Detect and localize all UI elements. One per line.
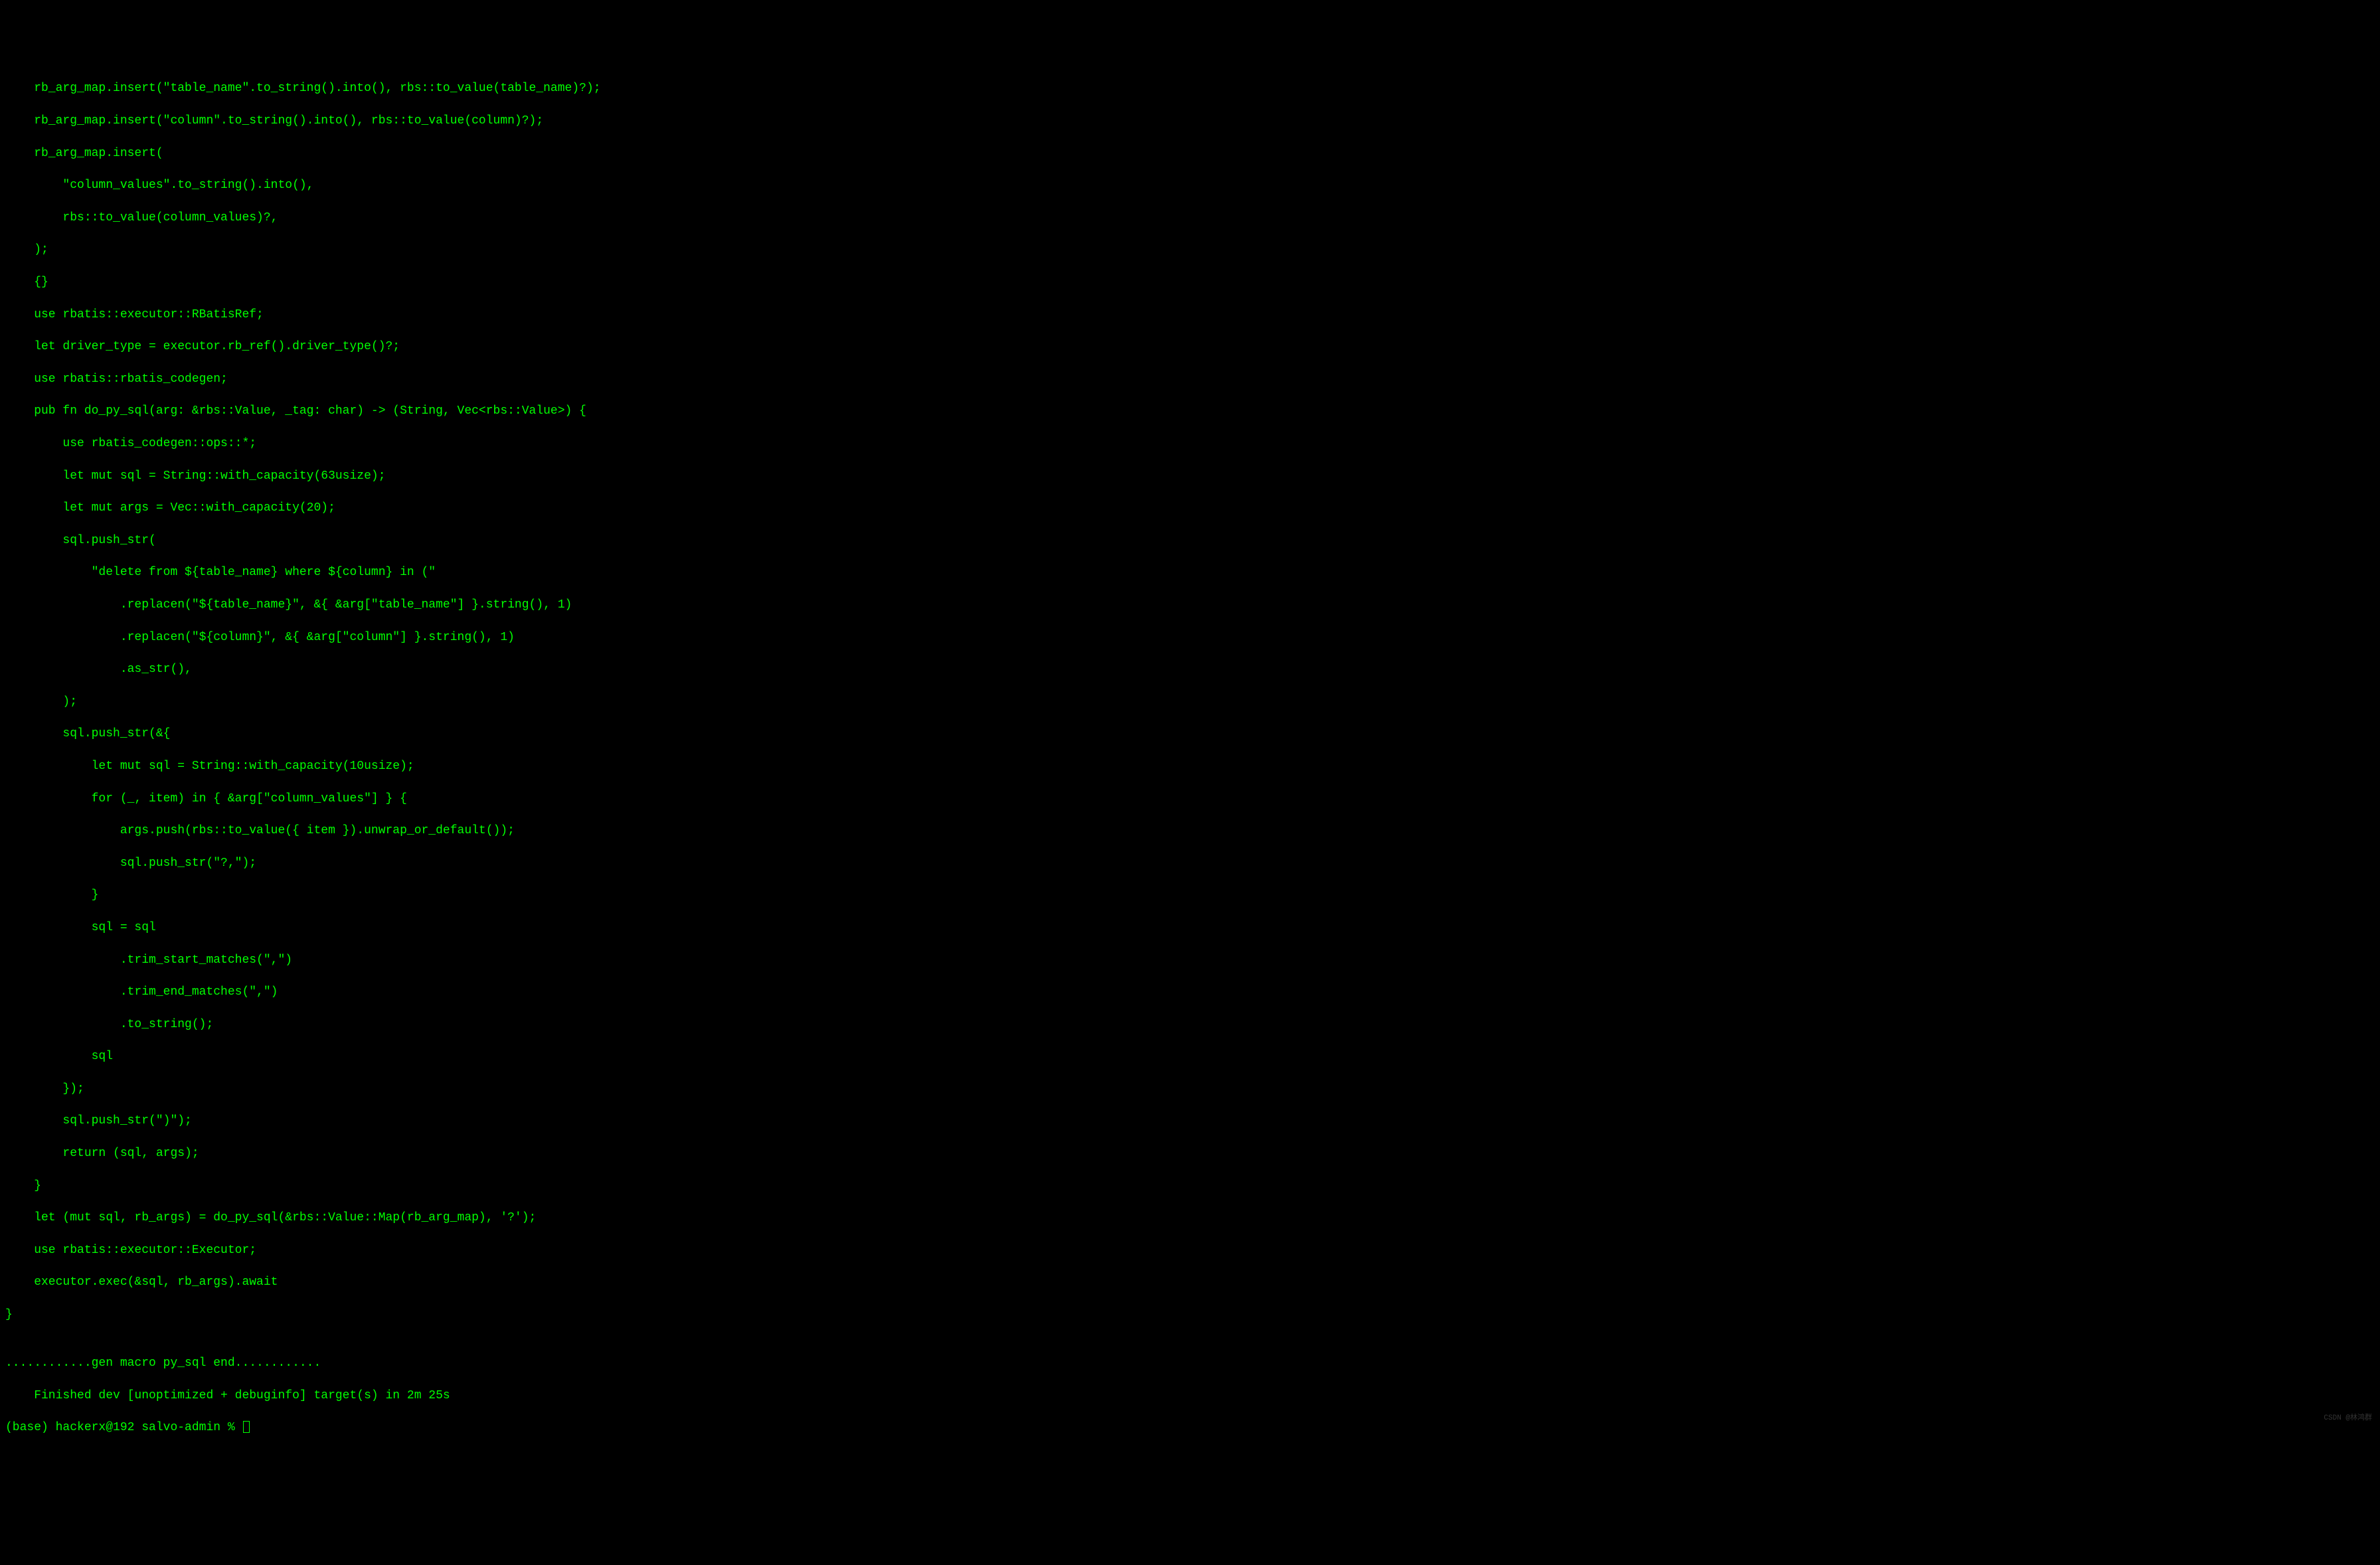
build-status-line: Finished dev [unoptimized + debuginfo] t… xyxy=(5,1388,2375,1404)
output-line: ............gen macro py_sql end........… xyxy=(5,1355,2375,1371)
code-line: let mut sql = String::with_capacity(63us… xyxy=(5,468,2375,484)
code-line: let mut sql = String::with_capacity(10us… xyxy=(5,758,2375,774)
code-line: .trim_end_matches(",") xyxy=(5,984,2375,1000)
code-line: sql xyxy=(5,1048,2375,1064)
code-line: for (_, item) in { &arg["column_values"]… xyxy=(5,791,2375,807)
code-line: }); xyxy=(5,1081,2375,1097)
terminal-output[interactable]: rb_arg_map.insert("table_name".to_string… xyxy=(0,64,2380,1452)
code-line: rb_arg_map.insert("column".to_string().i… xyxy=(5,113,2375,129)
code-line: .as_str(), xyxy=(5,661,2375,677)
code-line: rb_arg_map.insert( xyxy=(5,145,2375,161)
code-line: } xyxy=(5,1178,2375,1194)
code-line: sql.push_str(&{ xyxy=(5,726,2375,742)
code-line: rbs::to_value(column_values)?, xyxy=(5,210,2375,226)
code-line: sql.push_str( xyxy=(5,533,2375,548)
code-line: .to_string(); xyxy=(5,1017,2375,1032)
code-line: .replacen("${column}", &{ &arg["column"]… xyxy=(5,629,2375,645)
code-line: ); xyxy=(5,242,2375,258)
code-line: use rbatis_codegen::ops::*; xyxy=(5,436,2375,452)
code-line: {} xyxy=(5,274,2375,290)
code-line: use rbatis::executor::Executor; xyxy=(5,1242,2375,1258)
cursor-icon xyxy=(243,1421,250,1433)
code-line: executor.exec(&sql, rb_args).await xyxy=(5,1274,2375,1290)
shell-prompt: (base) hackerx@192 salvo-admin % xyxy=(5,1421,242,1434)
code-line: sql.push_str(")"); xyxy=(5,1113,2375,1129)
code-line: let mut args = Vec::with_capacity(20); xyxy=(5,500,2375,516)
code-line: } xyxy=(5,1307,2375,1323)
code-line: } xyxy=(5,887,2375,903)
code-line: .trim_start_matches(",") xyxy=(5,952,2375,968)
code-line: ); xyxy=(5,694,2375,710)
code-line: let driver_type = executor.rb_ref().driv… xyxy=(5,339,2375,355)
code-line: use rbatis::rbatis_codegen; xyxy=(5,371,2375,387)
code-line: use rbatis::executor::RBatisRef; xyxy=(5,307,2375,323)
code-line: let (mut sql, rb_args) = do_py_sql(&rbs:… xyxy=(5,1210,2375,1226)
code-line: sql = sql xyxy=(5,920,2375,936)
code-line: args.push(rbs::to_value({ item }).unwrap… xyxy=(5,823,2375,839)
code-line: sql.push_str("?,"); xyxy=(5,855,2375,871)
code-line: "column_values".to_string().into(), xyxy=(5,177,2375,193)
code-line: "delete from ${table_name} where ${colum… xyxy=(5,564,2375,580)
code-line: rb_arg_map.insert("table_name".to_string… xyxy=(5,80,2375,96)
code-line: pub fn do_py_sql(arg: &rbs::Value, _tag:… xyxy=(5,403,2375,419)
code-line: .replacen("${table_name}", &{ &arg["tabl… xyxy=(5,597,2375,613)
code-line: return (sql, args); xyxy=(5,1145,2375,1161)
watermark-text: CSDN @林鸿群 xyxy=(2324,1414,2372,1424)
prompt-line[interactable]: (base) hackerx@192 salvo-admin % xyxy=(5,1420,2375,1436)
